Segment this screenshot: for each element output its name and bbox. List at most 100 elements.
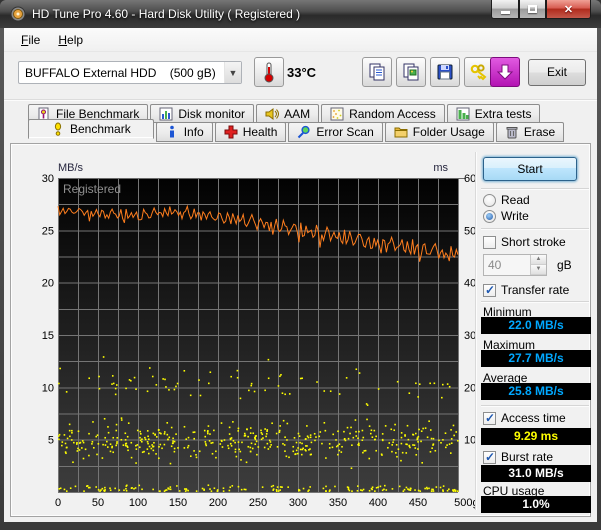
svg-text:300: 300 — [289, 497, 307, 509]
cpu-usage-value: 1.0% — [481, 496, 591, 513]
svg-text:40: 40 — [464, 278, 475, 290]
save-icon — [437, 64, 453, 80]
maximize-button[interactable] — [519, 0, 546, 19]
spinner-down-icon[interactable]: ▼ — [531, 265, 546, 275]
temperature-button[interactable] — [254, 57, 284, 87]
down-arrow-icon — [496, 64, 514, 80]
temperature-value: 33°C — [287, 65, 317, 80]
tab-extra-tests[interactable]: Extra tests — [446, 104, 541, 123]
copy-image-icon — [403, 63, 419, 81]
tab-error-scan[interactable]: Error Scan — [288, 122, 383, 142]
separator — [481, 188, 589, 190]
svg-text:10: 10 — [464, 435, 475, 447]
tab-aam[interactable]: AAM — [256, 104, 320, 123]
tab-disk-monitor[interactable]: Disk monitor — [150, 104, 255, 123]
title-bar[interactable]: HD Tune Pro 4.60 - Hard Disk Utility ( R… — [0, 0, 601, 28]
panel-divider — [475, 152, 476, 510]
copy-image-button[interactable] — [396, 57, 426, 87]
copy-text-icon — [369, 63, 385, 81]
short-stroke-checkbox[interactable]: Short stroke — [483, 235, 566, 249]
svg-text:100: 100 — [129, 497, 147, 509]
svg-text:250: 250 — [249, 497, 267, 509]
write-radio[interactable]: Write — [483, 209, 529, 223]
menu-bar: File Help — [4, 28, 597, 52]
svg-text:25: 25 — [42, 225, 54, 237]
drive-select[interactable]: BUFFALO External HDD (500 gB) ▼ — [18, 61, 242, 84]
spinner-value: 40 — [488, 258, 502, 272]
extra-tests-icon — [456, 107, 470, 120]
start-button[interactable]: Start — [483, 157, 577, 181]
spinner-unit-label: gB — [557, 258, 572, 272]
minimize-icon — [500, 10, 510, 14]
menu-file[interactable]: File — [12, 30, 49, 50]
update-button[interactable] — [490, 57, 520, 87]
burst-rate-value: 31.0 MB/s — [481, 465, 591, 482]
benchmark-icon — [54, 122, 62, 136]
tab-folder-usage[interactable]: Folder Usage — [384, 122, 494, 142]
transfer-rate-checkbox[interactable]: Transfer rate — [483, 283, 569, 297]
svg-text:MB/s: MB/s — [58, 162, 84, 174]
copy-text-button[interactable] — [362, 57, 392, 87]
save-button[interactable] — [430, 57, 460, 87]
thermometer-icon — [264, 62, 274, 83]
svg-text:5: 5 — [48, 435, 54, 447]
tab-erase[interactable]: Erase — [495, 122, 565, 142]
spinner-up-icon[interactable]: ▲ — [531, 255, 546, 265]
short-stroke-size-spinner[interactable]: 40 ▲ ▼ — [483, 254, 547, 276]
app-window: HD Tune Pro 4.60 - Hard Disk Utility ( R… — [0, 0, 601, 530]
svg-text:450: 450 — [409, 497, 427, 509]
separator — [481, 301, 589, 303]
tab-benchmark[interactable]: Benchmark — [28, 119, 154, 139]
transfer-rate-box[interactable] — [483, 283, 496, 297]
folder-icon — [394, 127, 408, 138]
svg-text:350: 350 — [329, 497, 347, 509]
read-radio[interactable]: Read — [483, 193, 530, 207]
svg-text:500gB: 500gB — [454, 497, 475, 509]
speaker-icon — [265, 107, 280, 120]
separator — [481, 405, 589, 407]
maximize-icon — [528, 5, 537, 13]
menu-help[interactable]: Help — [49, 30, 92, 50]
random-access-icon — [330, 107, 344, 120]
tab-info[interactable]: Info — [155, 122, 213, 142]
separator — [481, 228, 589, 230]
app-icon — [10, 6, 26, 22]
keys-icon — [470, 64, 487, 81]
minimum-value: 22.0 MB/s — [481, 317, 591, 334]
close-button[interactable]: ✕ — [546, 0, 591, 19]
health-cross-icon — [224, 125, 238, 139]
read-radio-circle[interactable] — [483, 193, 496, 207]
benchmark-chart: MB/s ms 5 10 15 20 25 30 10 20 30 40 50 60 0 50 100 150 20… — [33, 155, 486, 516]
svg-text:20: 20 — [464, 382, 475, 394]
svg-text:20: 20 — [42, 278, 54, 290]
drive-select-value: BUFFALO External HDD (500 gB) — [25, 65, 216, 80]
svg-text:30: 30 — [42, 173, 54, 185]
short-stroke-box[interactable] — [483, 235, 496, 249]
access-time-checkbox[interactable]: Access time — [483, 411, 566, 425]
tab-health[interactable]: Health — [214, 122, 287, 142]
svg-text:60: 60 — [464, 173, 475, 185]
info-icon — [169, 125, 174, 138]
svg-text:50: 50 — [92, 497, 104, 509]
write-radio-circle[interactable] — [483, 209, 496, 223]
close-icon: ✕ — [563, 3, 574, 16]
svg-text:150: 150 — [169, 497, 187, 509]
average-value: 25.8 MB/s — [481, 383, 591, 400]
burst-rate-checkbox[interactable]: Burst rate — [483, 450, 553, 464]
svg-text:Registered: Registered — [63, 182, 121, 196]
window-title: HD Tune Pro 4.60 - Hard Disk Utility ( R… — [32, 7, 301, 21]
burst-rate-box[interactable] — [483, 450, 496, 464]
svg-text:200: 200 — [209, 497, 227, 509]
benchmark-panel: MB/s ms 5 10 15 20 25 30 10 20 30 40 50 60 0 50 100 150 20… — [10, 143, 591, 517]
svg-text:ms: ms — [433, 162, 448, 174]
minimize-button[interactable] — [491, 0, 519, 19]
access-time-box[interactable] — [483, 411, 496, 425]
tab-random-access[interactable]: Random Access — [321, 104, 445, 123]
svg-text:10: 10 — [42, 382, 54, 394]
access-time-value: 9.29 ms — [481, 428, 591, 445]
toolbar: BUFFALO External HDD (500 gB) ▼ 33°C Exi… — [4, 52, 597, 99]
tab-strip: File Benchmark Disk monitor AAM Random A… — [4, 101, 597, 142]
svg-text:15: 15 — [42, 330, 54, 342]
trash-icon — [506, 127, 518, 139]
exit-button[interactable]: Exit — [528, 59, 586, 86]
